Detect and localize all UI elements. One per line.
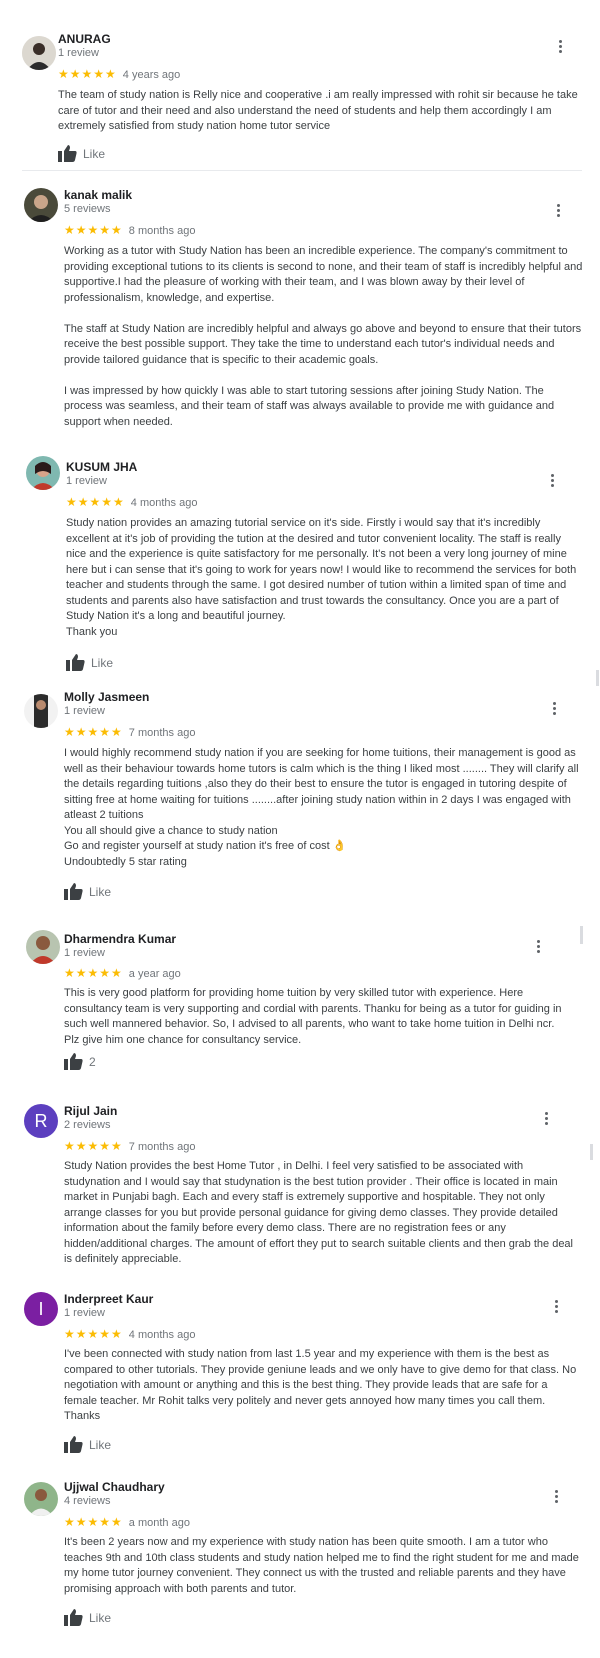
scrollbar-thumb[interactable] bbox=[580, 926, 583, 944]
review-count: 1 review bbox=[58, 47, 99, 59]
avatar[interactable] bbox=[26, 930, 60, 964]
rating-row: ★★★★★ 8 months ago bbox=[64, 223, 195, 237]
person-photo-icon bbox=[24, 188, 58, 222]
like-button[interactable]: Like bbox=[64, 1436, 111, 1453]
review-count: 1 review bbox=[64, 705, 105, 717]
like-count: 2 bbox=[89, 1055, 96, 1069]
review-count: 2 reviews bbox=[64, 1119, 111, 1131]
review-text: This is very good platform for providing… bbox=[64, 987, 562, 1046]
like-button[interactable]: Like bbox=[64, 1609, 111, 1626]
review-text: The team of study nation is Relly nice a… bbox=[58, 89, 578, 132]
like-label: Like bbox=[83, 147, 106, 161]
review-time: 7 months ago bbox=[128, 727, 196, 739]
avatar[interactable] bbox=[22, 36, 56, 70]
review-text: Working as a tutor with Study Nation has… bbox=[64, 245, 583, 428]
reviewer-name[interactable]: ANURAG bbox=[58, 32, 111, 46]
review-text: It's been 2 years now and my experience … bbox=[64, 1536, 579, 1595]
review-time: a month ago bbox=[128, 1517, 190, 1529]
review-time: 4 months ago bbox=[128, 1329, 196, 1341]
star-rating: ★★★★★ bbox=[64, 966, 123, 980]
star-rating: ★★★★★ bbox=[64, 1139, 123, 1153]
more-options-icon[interactable] bbox=[550, 1488, 562, 1506]
star-rating: ★★★★★ bbox=[64, 725, 123, 739]
like-label: Like bbox=[89, 1611, 112, 1625]
star-rating: ★★★★★ bbox=[58, 67, 117, 81]
review-time: 4 years ago bbox=[122, 69, 181, 81]
thumbs-up-icon bbox=[64, 883, 83, 900]
review-time: 8 months ago bbox=[128, 225, 196, 237]
star-rating: ★★★★★ bbox=[64, 1515, 123, 1529]
avatar[interactable] bbox=[26, 456, 60, 490]
person-photo-icon bbox=[24, 694, 58, 728]
rating-row: ★★★★★ 4 years ago bbox=[58, 67, 180, 81]
more-options-icon[interactable] bbox=[548, 700, 560, 718]
like-label: Like bbox=[89, 1438, 112, 1452]
rating-row: ★★★★★ 7 months ago bbox=[64, 1139, 195, 1153]
reviewer-name[interactable]: Inderpreet Kaur bbox=[64, 1292, 153, 1306]
review-count: 1 review bbox=[66, 475, 107, 487]
reviewer-name[interactable]: Ujjwal Chaudhary bbox=[64, 1480, 165, 1494]
person-photo-icon bbox=[24, 1482, 58, 1516]
review-text: Study Nation provides the best Home Tuto… bbox=[64, 1160, 573, 1265]
rating-row: ★★★★★ a month ago bbox=[64, 1515, 190, 1529]
review-card: ANURAG 1 review ★★★★★ 4 years ago The tea… bbox=[0, 0, 600, 172]
rating-row: ★★★★★ 7 months ago bbox=[64, 725, 195, 739]
person-photo-icon bbox=[22, 36, 56, 70]
reviewer-name[interactable]: kanak malik bbox=[64, 188, 132, 202]
star-rating: ★★★★★ bbox=[66, 495, 125, 509]
thumbs-up-icon bbox=[64, 1053, 83, 1070]
more-options-icon[interactable] bbox=[554, 38, 566, 56]
star-rating: ★★★★★ bbox=[64, 223, 123, 237]
avatar[interactable] bbox=[24, 694, 58, 728]
rating-row: ★★★★★ 4 months ago bbox=[64, 1327, 195, 1341]
rating-row: ★★★★★ 4 months ago bbox=[66, 495, 197, 509]
star-rating: ★★★★★ bbox=[64, 1327, 123, 1341]
more-options-icon[interactable] bbox=[546, 472, 558, 490]
review-time: 7 months ago bbox=[128, 1141, 196, 1153]
more-options-icon[interactable] bbox=[540, 1110, 552, 1128]
reviewer-name[interactable]: Molly Jasmeen bbox=[64, 690, 149, 704]
thumbs-up-icon bbox=[64, 1609, 83, 1626]
reviewer-name[interactable]: KUSUM JHA bbox=[66, 460, 137, 474]
review-time: 4 months ago bbox=[130, 497, 198, 509]
review-count: 1 review bbox=[64, 1307, 105, 1319]
avatar[interactable]: I bbox=[24, 1292, 58, 1326]
person-photo-icon bbox=[26, 456, 60, 490]
more-options-icon[interactable] bbox=[552, 202, 564, 220]
more-options-icon[interactable] bbox=[550, 1298, 562, 1316]
scrollbar-thumb[interactable] bbox=[596, 670, 599, 686]
like-button[interactable]: Like bbox=[66, 654, 113, 671]
review-count: 4 reviews bbox=[64, 1495, 111, 1507]
rating-row: ★★★★★ a year ago bbox=[64, 966, 181, 980]
like-button[interactable]: Like bbox=[64, 883, 111, 900]
reviewer-name[interactable]: Dharmendra Kumar bbox=[64, 932, 176, 946]
review-text: Study nation provides an amazing tutoria… bbox=[66, 517, 577, 638]
review-text: I would highly recommend study nation if… bbox=[64, 747, 579, 868]
divider bbox=[22, 170, 582, 171]
more-options-icon[interactable] bbox=[532, 938, 544, 956]
review-time: a year ago bbox=[128, 968, 181, 980]
like-label: Like bbox=[89, 885, 112, 899]
thumbs-up-icon bbox=[58, 145, 77, 162]
like-label: Like bbox=[91, 656, 114, 670]
thumbs-up-icon bbox=[66, 654, 85, 671]
like-button[interactable]: 2 bbox=[64, 1053, 96, 1070]
avatar[interactable] bbox=[24, 188, 58, 222]
scrollbar-thumb[interactable] bbox=[590, 1144, 593, 1160]
avatar[interactable]: R bbox=[24, 1104, 58, 1138]
like-button[interactable]: Like bbox=[58, 145, 105, 162]
review-count: 5 reviews bbox=[64, 203, 111, 215]
reviewer-name[interactable]: Rijul Jain bbox=[64, 1104, 117, 1118]
review-text: I've been connected with study nation fr… bbox=[64, 1348, 577, 1422]
person-photo-icon bbox=[26, 930, 60, 964]
avatar[interactable] bbox=[24, 1482, 58, 1516]
thumbs-up-icon bbox=[64, 1436, 83, 1453]
review-count: 1 review bbox=[64, 947, 105, 959]
